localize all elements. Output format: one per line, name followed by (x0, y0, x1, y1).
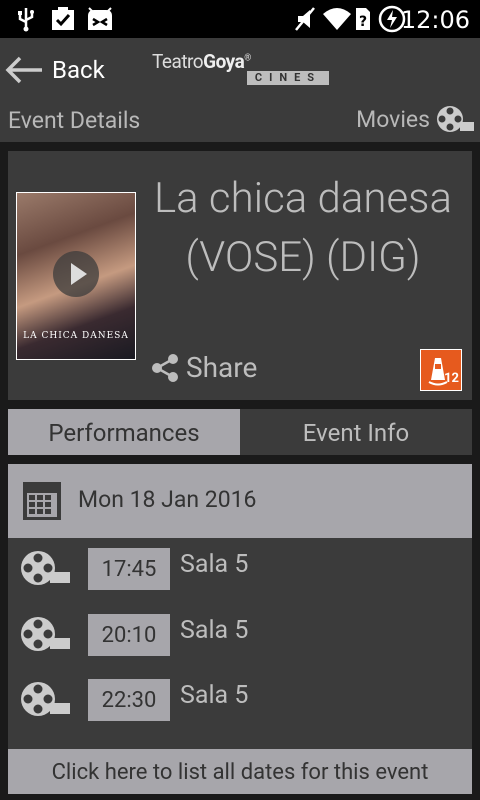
showtime-row[interactable]: 17:45 Sala 5 (8, 540, 472, 596)
status-time: 12:06 (400, 6, 470, 34)
usb-icon (18, 8, 34, 32)
tab-event-info[interactable]: Event Info (240, 409, 472, 455)
film-reel-icon (21, 682, 70, 716)
showtime-row[interactable]: 20:10 Sala 5 (8, 606, 472, 662)
back-button[interactable]: Back (4, 48, 105, 92)
date-row[interactable]: Mon 18 Jan 2016 (8, 464, 472, 538)
movies-button[interactable]: Movies (356, 104, 474, 134)
event-title: La chica danesa (VOSE) (DIG) (154, 174, 452, 282)
play-icon[interactable] (53, 251, 99, 297)
back-arrow-icon (5, 56, 42, 84)
status-bar: ? 12:06 (0, 0, 480, 38)
poster-title: LA CHICA DANESA (23, 331, 129, 341)
showtime-row[interactable]: 22:30 Sala 5 (8, 671, 472, 727)
performance-date: Mon 18 Jan 2016 (78, 486, 257, 513)
svg-text:?: ? (359, 14, 367, 30)
section-title: Event Details (8, 107, 141, 134)
tab-performances[interactable]: Performances (8, 409, 240, 455)
wifi-icon (323, 8, 351, 30)
age-rating-value: 12 (444, 371, 459, 386)
movie-poster[interactable]: LA CHICA DANESA (16, 192, 136, 360)
event-card: LA CHICA DANESA La chica danesa (VOSE) (… (8, 151, 472, 400)
share-button[interactable]: Share (150, 351, 257, 384)
room-label: Sala 5 (180, 616, 249, 645)
showtime-button[interactable]: 22:30 (88, 679, 170, 721)
movies-label: Movies (356, 105, 430, 133)
teatro-goya-logo: TeatroGoya® CINES (152, 50, 332, 90)
performances-panel: Mon 18 Jan 2016 17:45 Sala 5 20:10 Sala … (8, 464, 472, 794)
clipboard-check-icon (52, 7, 74, 30)
film-reel-icon (21, 617, 70, 651)
film-reel-icon (437, 106, 474, 132)
share-icon (152, 353, 178, 382)
sub-navigation: Event Details Movies (0, 104, 480, 142)
logo-text: TeatroGoya® (152, 50, 251, 73)
app-header: Back TeatroGoya® CINES Event Details Mov… (0, 38, 480, 142)
room-label: Sala 5 (180, 550, 249, 579)
calendar-icon (23, 482, 61, 520)
android-debug-icon (88, 7, 112, 30)
mute-icon (295, 7, 315, 31)
event-tabs: Performances Event Info (8, 409, 472, 455)
all-dates-button[interactable]: Click here to list all dates for this ev… (8, 749, 472, 794)
back-label: Back (52, 56, 105, 84)
showtime-button[interactable]: 17:45 (88, 548, 170, 590)
room-label: Sala 5 (180, 681, 249, 710)
no-sim-icon: ? (356, 8, 370, 30)
share-label: Share (186, 351, 258, 384)
age-rating-badge: 12 (420, 349, 462, 391)
showtime-button[interactable]: 20:10 (88, 614, 170, 656)
logo-cines: CINES (247, 71, 329, 85)
film-reel-icon (21, 551, 70, 585)
